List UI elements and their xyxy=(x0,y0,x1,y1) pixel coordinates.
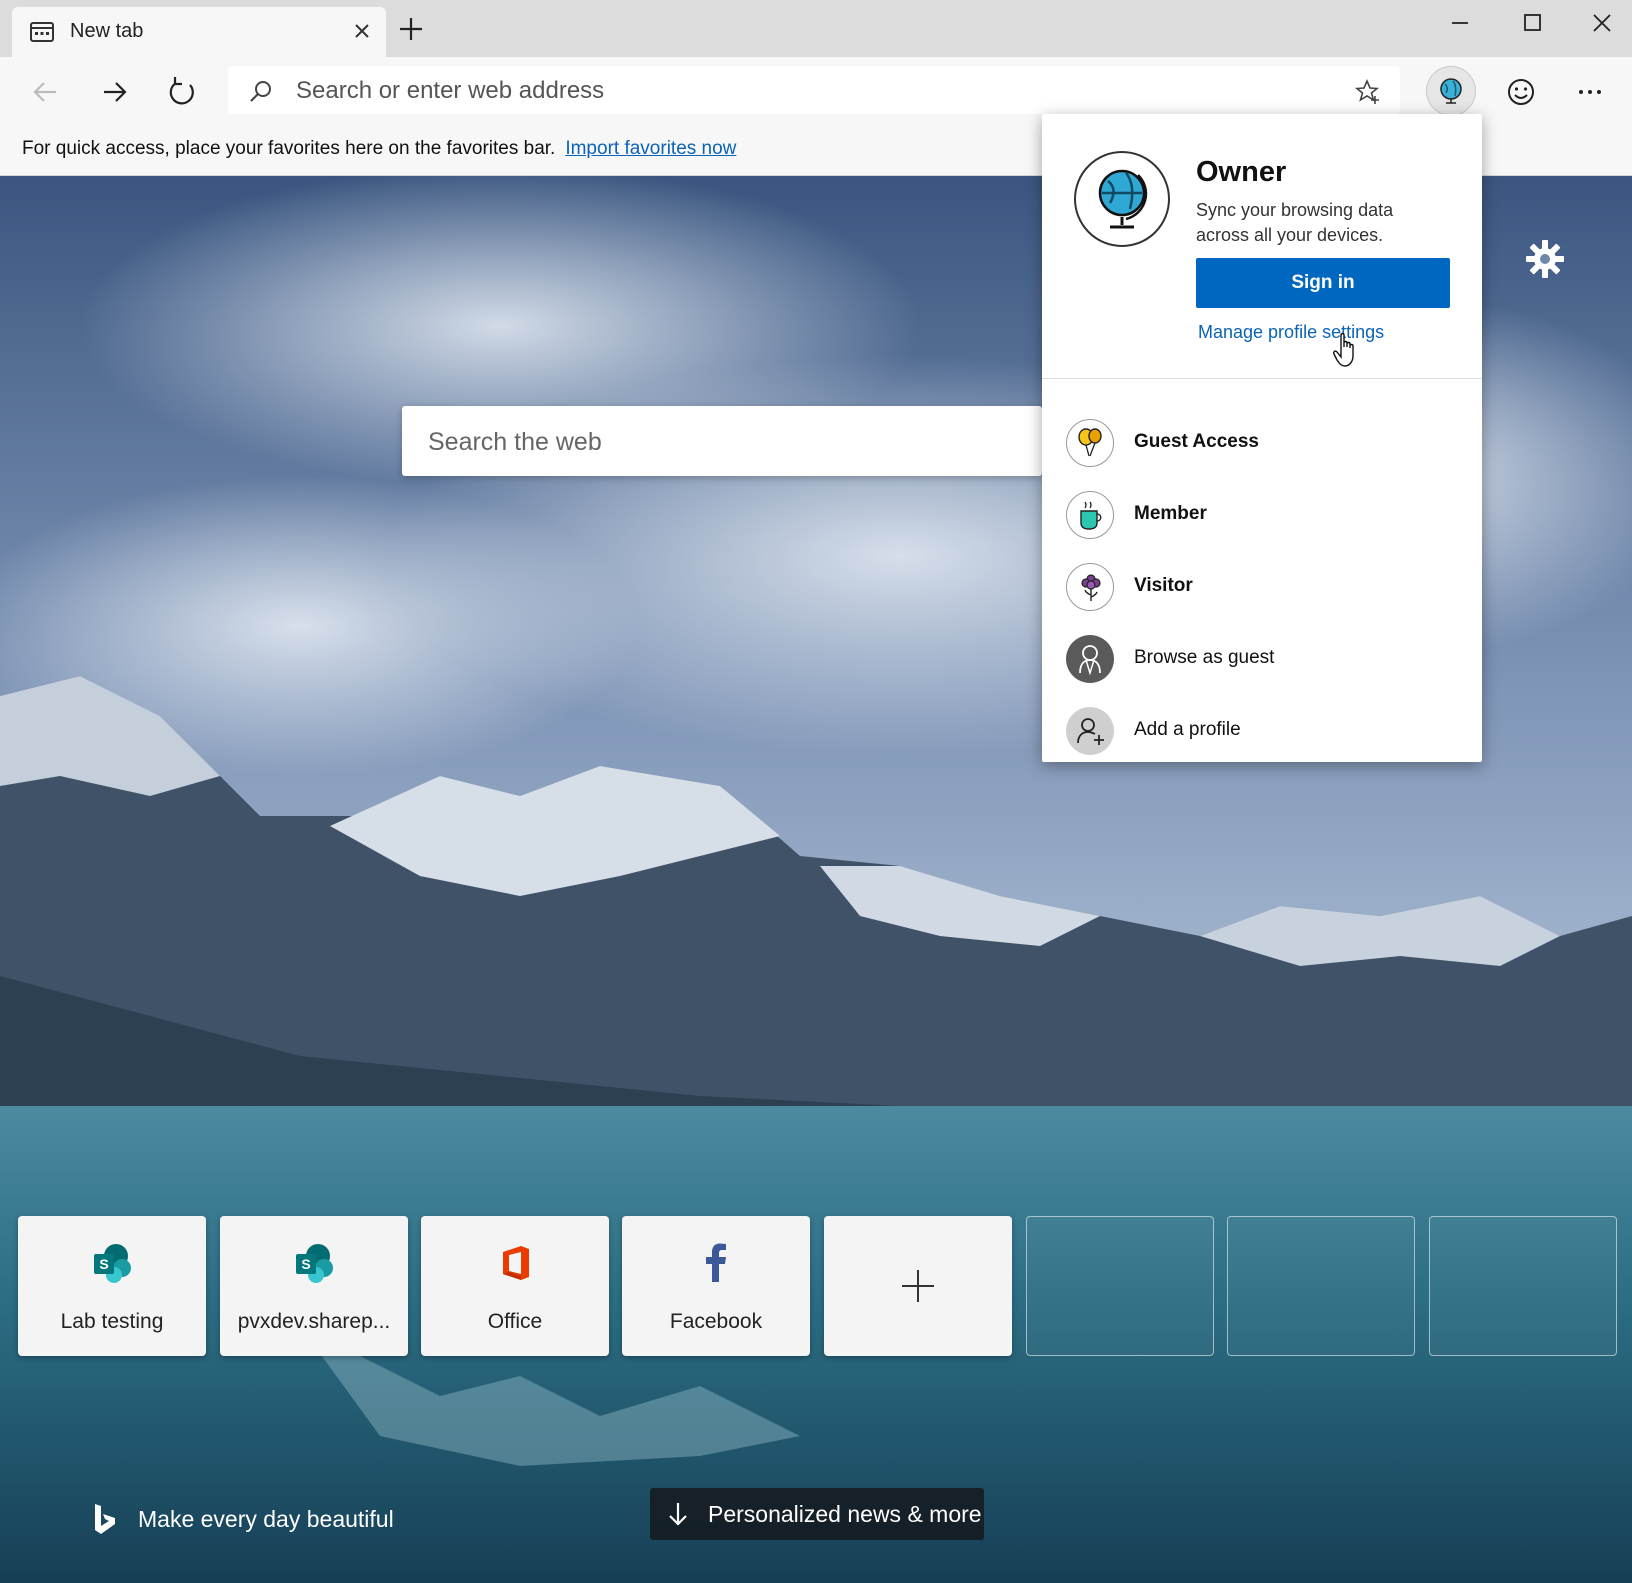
gear-icon[interactable] xyxy=(1522,236,1568,282)
tab-new-tab[interactable]: New tab xyxy=(12,7,386,57)
quick-link-tile[interactable]: S pvxdev.sharep... xyxy=(220,1216,408,1356)
profile-avatar xyxy=(1066,707,1114,755)
search-icon xyxy=(250,81,271,102)
guest-person-icon xyxy=(1079,645,1101,675)
tab-title: New tab xyxy=(70,20,144,42)
title-bar: New tab xyxy=(0,0,1632,57)
profile-label: Visitor xyxy=(1134,575,1193,596)
profile-label: Browse as guest xyxy=(1134,647,1275,668)
empty-quick-link-slot xyxy=(1227,1216,1415,1356)
flower-icon xyxy=(1081,574,1101,601)
news-button-label: Personalized news & more xyxy=(708,1501,982,1527)
add-person-icon xyxy=(1077,718,1104,745)
sharepoint-icon: S xyxy=(296,1244,333,1283)
quick-link-label: Office xyxy=(487,1310,543,1333)
profile-avatar xyxy=(1066,419,1114,467)
profile-label: Add a profile xyxy=(1134,719,1241,740)
profile-row-guest-access[interactable]: Guest Access xyxy=(1042,410,1482,476)
profile-label: Member xyxy=(1134,503,1207,524)
web-search-placeholder: Search the web xyxy=(428,428,602,456)
hand-cursor-icon xyxy=(1333,332,1354,367)
maximize-icon[interactable] xyxy=(1512,8,1552,38)
profile-row-visitor[interactable]: Visitor xyxy=(1042,554,1482,620)
profile-label: Guest Access xyxy=(1134,431,1259,452)
quick-link-tile[interactable]: Facebook xyxy=(622,1216,810,1356)
office-icon xyxy=(503,1246,529,1280)
newtab-page-icon xyxy=(30,22,54,42)
profile-avatar xyxy=(1066,563,1114,611)
web-search-box[interactable]: Search the web xyxy=(402,406,1042,476)
add-profile-row[interactable]: Add a profile xyxy=(1042,698,1482,764)
quick-link-tile[interactable]: S Lab testing xyxy=(18,1216,206,1356)
import-favorites-link[interactable]: Import favorites now xyxy=(565,138,736,159)
globe-avatar-icon xyxy=(1440,78,1462,104)
more-options-icon[interactable] xyxy=(1570,72,1610,112)
facebook-icon xyxy=(706,1243,726,1282)
empty-quick-link-slot xyxy=(1429,1216,1617,1356)
close-tab-icon[interactable] xyxy=(348,17,376,45)
bing-tagline: Make every day beautiful xyxy=(138,1506,394,1532)
bing-logo-icon xyxy=(95,1504,115,1534)
sync-description: Sync your browsing data across all your … xyxy=(1196,200,1394,245)
add-quick-link-tile[interactable] xyxy=(824,1216,1012,1356)
add-favorite-star-icon[interactable] xyxy=(1354,78,1382,106)
refresh-icon[interactable] xyxy=(162,72,202,112)
coffee-cup-icon xyxy=(1080,501,1102,530)
personalized-news-button[interactable]: Personalized news & more xyxy=(650,1488,984,1540)
flyout-divider xyxy=(1042,378,1482,379)
owner-avatar xyxy=(1074,151,1170,247)
sharepoint-icon: S xyxy=(94,1244,131,1283)
minimize-icon[interactable] xyxy=(1440,8,1480,38)
quick-link-label: Facebook xyxy=(669,1310,763,1333)
globe-avatar-icon xyxy=(1098,169,1148,229)
svg-text:S: S xyxy=(99,1256,108,1272)
quick-link-label: pvxdev.sharep... xyxy=(237,1310,391,1333)
browse-as-guest-row[interactable]: Browse as guest xyxy=(1042,626,1482,692)
quick-link-tile[interactable]: Office xyxy=(421,1216,609,1356)
profile-avatar xyxy=(1066,491,1114,539)
plus-icon xyxy=(902,1270,934,1302)
balloons-icon xyxy=(1078,428,1102,457)
svg-text:S: S xyxy=(301,1256,310,1272)
feedback-smiley-icon[interactable] xyxy=(1501,72,1541,112)
profile-flyout: Owner Sync your browsing data across all… xyxy=(1042,114,1482,762)
sign-in-button[interactable]: Sign in xyxy=(1196,258,1450,308)
profile-avatar xyxy=(1066,635,1114,683)
empty-quick-link-slot xyxy=(1026,1216,1214,1356)
new-tab-icon[interactable] xyxy=(396,14,426,44)
close-window-icon[interactable] xyxy=(1582,8,1622,38)
back-arrow-icon[interactable] xyxy=(26,72,66,112)
owner-profile-name: Owner xyxy=(1196,156,1287,188)
arrow-down-icon xyxy=(669,1503,687,1526)
favorites-bar-text: For quick access, place your favorites h… xyxy=(22,138,556,159)
quick-link-label: Lab testing xyxy=(60,1310,164,1333)
forward-arrow-icon[interactable] xyxy=(94,72,134,112)
address-placeholder: Search or enter web address xyxy=(296,77,605,104)
profile-button[interactable] xyxy=(1426,66,1476,116)
favorites-bar-message: For quick access, place your favorites h… xyxy=(22,138,736,160)
profile-row-member[interactable]: Member xyxy=(1042,482,1482,548)
address-bar[interactable]: Search or enter web address xyxy=(228,66,1400,114)
